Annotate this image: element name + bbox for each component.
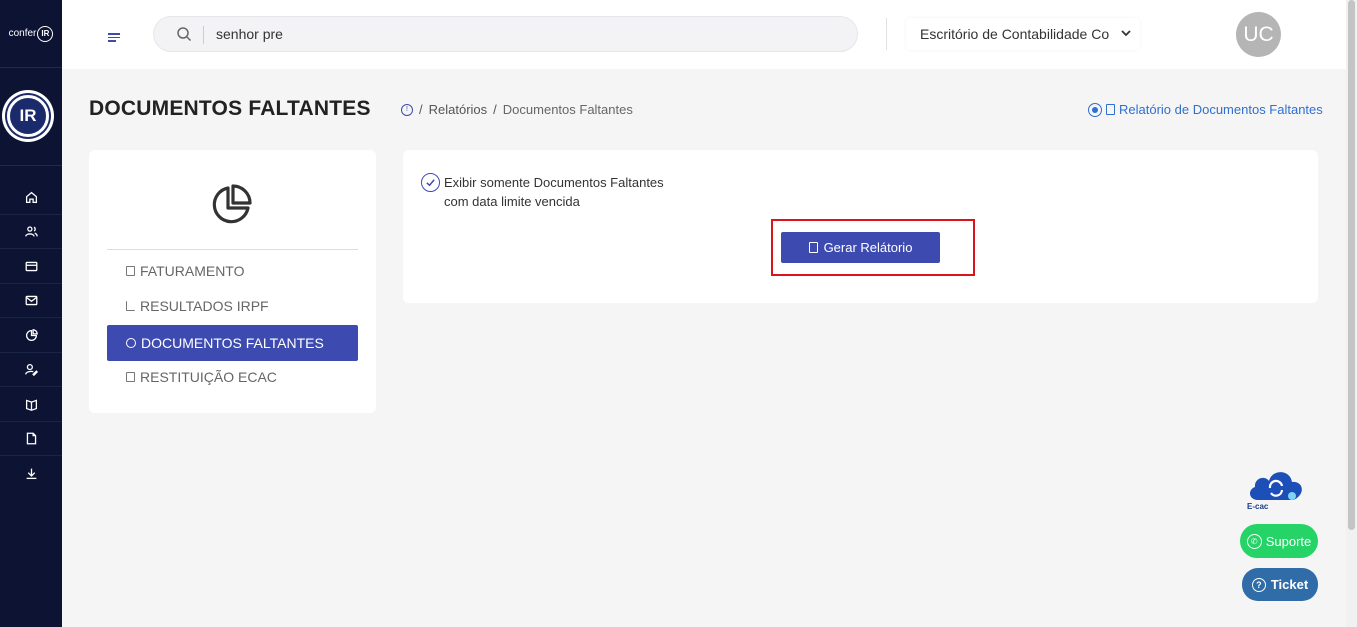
radio-icon (1088, 102, 1102, 117)
ticket-button[interactable]: ? Ticket (1242, 568, 1318, 601)
menu-item-label: DOCUMENTOS FALTANTES (141, 335, 324, 351)
breadcrumb: ! / Relatórios / Documentos Faltantes (401, 102, 633, 117)
app-logo-large: IR (2, 90, 54, 142)
search-bar (153, 16, 858, 52)
checkbox-label: Exibir somente Documentos Faltantes com … (444, 175, 664, 209)
report-link-label: Relatório de Documentos Faltantes (1119, 102, 1323, 117)
chart-pie-icon (212, 184, 252, 224)
menu-item-restituicao-ecac[interactable]: RESTITUIÇÃO ECAC (107, 359, 358, 395)
report-link[interactable]: Relatório de Documentos Faltantes (1088, 102, 1323, 117)
generate-report-label: Gerar Relátorio (823, 240, 913, 255)
file-icon (26, 432, 36, 445)
card-divider (107, 249, 358, 250)
menu-item-label: RESULTADOS IRPF (140, 298, 269, 314)
app-logo-small[interactable]: confer IR (0, 0, 62, 68)
breadcrumb-item-current: Documentos Faltantes (502, 102, 633, 117)
check-circle-icon[interactable] (421, 173, 440, 192)
book-icon (25, 399, 37, 411)
sidebar-item-download[interactable] (0, 456, 62, 490)
document-icon (1106, 104, 1115, 115)
sidebar-item-card[interactable] (0, 250, 62, 284)
search-input[interactable] (216, 24, 816, 44)
sidebar-divider (0, 165, 62, 166)
scrollbar-thumb[interactable] (1348, 0, 1355, 530)
logo-text: confer (8, 28, 37, 39)
question-icon: ? (1251, 577, 1266, 592)
menu-item-label: FATURAMENTO (140, 263, 245, 279)
cloud-sync-icon (1249, 472, 1302, 500)
topbar: Escritório de Contabilidade Co UC (62, 0, 1346, 69)
card-icon (25, 261, 37, 272)
office-select[interactable]: Escritório de Contabilidade Co (906, 18, 1140, 50)
breadcrumb-separator: / (493, 102, 497, 117)
whatsapp-support-button[interactable]: ✆ Suporte (1240, 524, 1318, 558)
users-icon (24, 226, 38, 237)
clock-icon (126, 338, 136, 348)
logo-large-mark: IR (7, 95, 49, 137)
mail-icon (25, 295, 37, 306)
file-icon (126, 266, 135, 276)
menu-item-label: RESTITUIÇÃO ECAC (140, 369, 277, 385)
sidebar-item-book[interactable] (0, 388, 62, 422)
file-icon (808, 242, 818, 253)
chevron-down-icon (1121, 30, 1131, 37)
overdue-only-checkbox[interactable]: Exibir somente Documentos Faltantes com … (421, 173, 684, 211)
report-options-card: Exibir somente Documentos Faltantes com … (403, 150, 1318, 303)
sidebar-item-mail[interactable] (0, 284, 62, 318)
whatsapp-icon: ✆ (1246, 533, 1262, 549)
download-icon (26, 468, 36, 479)
reports-menu-card: FATURAMENTO RESULTADOS IRPF DOCUMENTOS F… (89, 150, 376, 413)
sidebar-item-users[interactable] (0, 215, 62, 249)
menu-toggle-icon[interactable] (108, 33, 120, 44)
home-icon (25, 191, 37, 204)
sidebar-item-user-edit[interactable] (0, 353, 62, 387)
breadcrumb-item-relatorios[interactable]: Relatórios (429, 102, 488, 117)
user-edit-icon (24, 363, 38, 376)
ticket-label: Ticket (1270, 577, 1309, 592)
search-icon[interactable] (176, 26, 192, 42)
ecac-label: E-cac (1247, 502, 1269, 511)
home-icon[interactable]: ! (401, 103, 413, 116)
files-icon (126, 372, 135, 382)
avatar[interactable]: UC (1236, 12, 1281, 57)
search-separator (203, 26, 204, 44)
breadcrumb-separator: / (419, 102, 423, 117)
sidebar-item-home[interactable] (0, 181, 62, 215)
logo-mark: IR (37, 25, 54, 42)
chart-pie-icon (25, 329, 38, 341)
topbar-divider (886, 18, 887, 50)
suporte-label: Suporte (1265, 533, 1312, 549)
line-chart-icon (126, 301, 135, 311)
menu-item-faturamento[interactable]: FATURAMENTO (107, 253, 358, 289)
office-select-value: Escritório de Contabilidade Co (920, 26, 1110, 42)
menu-item-resultados-irpf[interactable]: RESULTADOS IRPF (107, 288, 358, 324)
scrollbar[interactable] (1346, 0, 1357, 627)
menu-item-documentos-faltantes[interactable]: DOCUMENTOS FALTANTES (107, 325, 358, 361)
ecac-widget[interactable]: E-cac (1244, 466, 1308, 514)
sidebar-item-reports[interactable] (0, 319, 62, 353)
generate-report-button[interactable]: Gerar Relátorio (781, 232, 940, 263)
page-title: DOCUMENTOS FALTANTES (89, 97, 371, 120)
sidebar-item-file[interactable] (0, 422, 62, 456)
sidebar: confer IR IR (0, 0, 62, 627)
